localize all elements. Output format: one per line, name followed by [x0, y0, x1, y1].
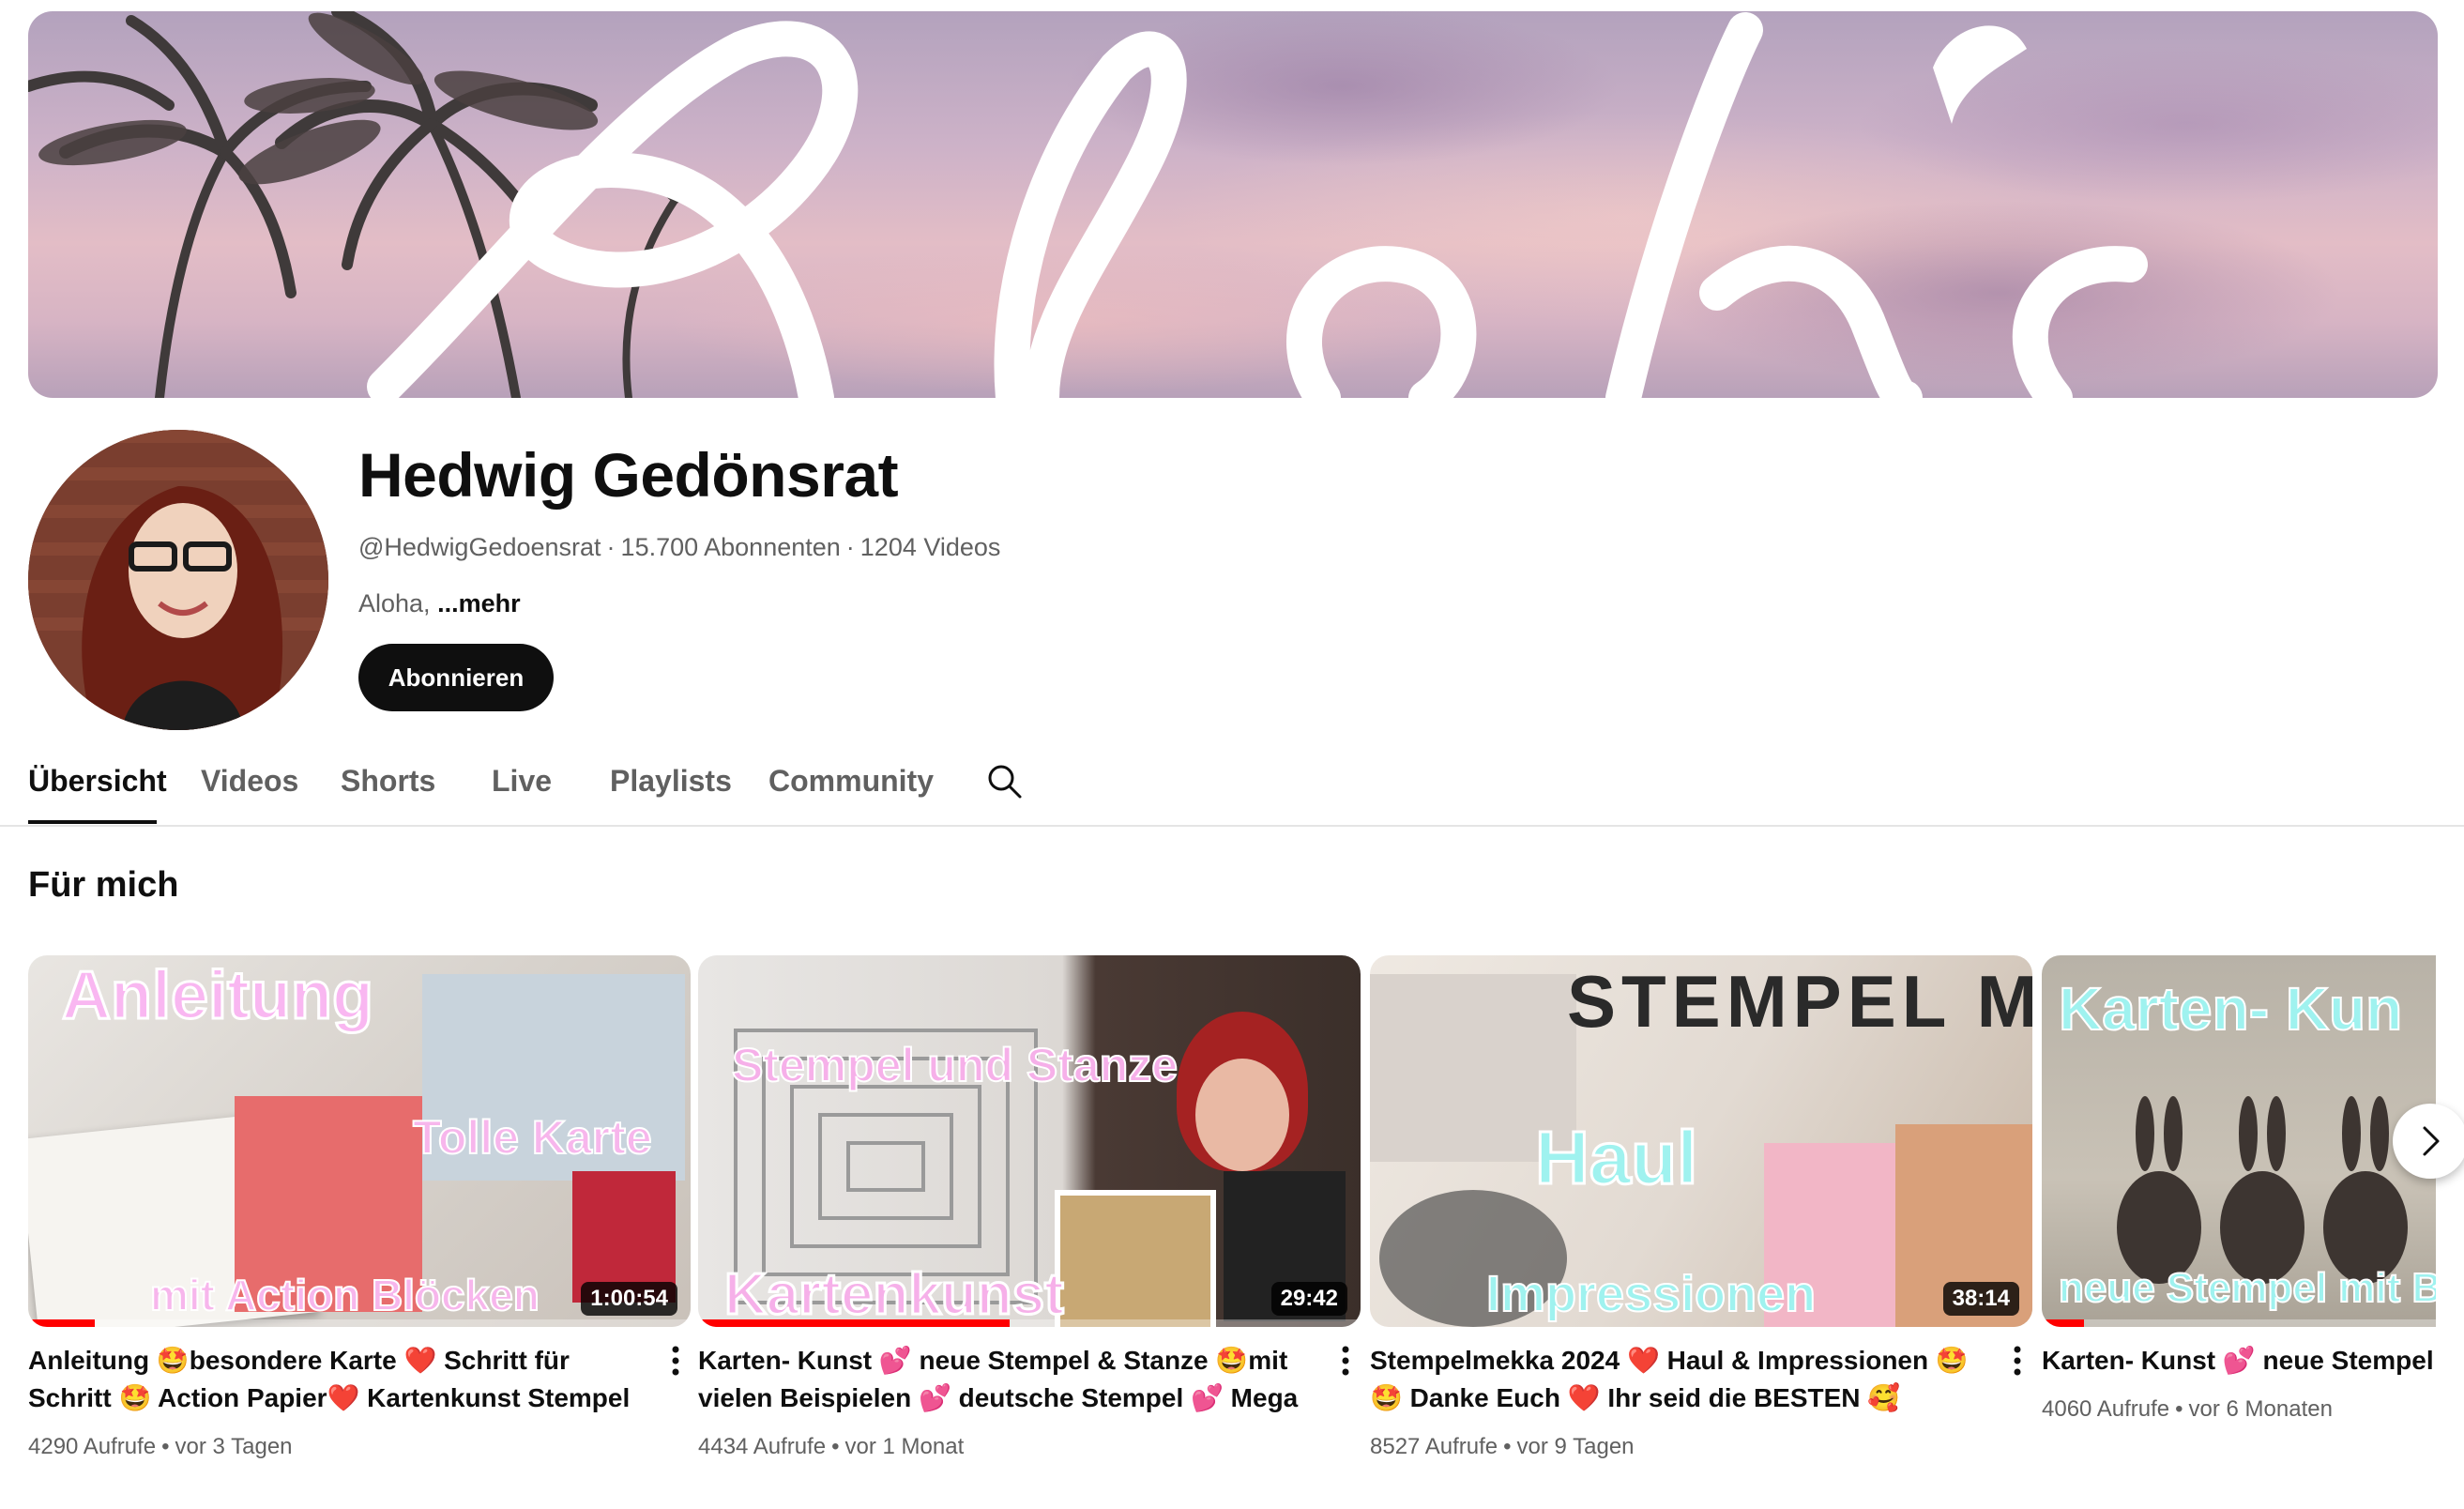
- upload-age: vor 9 Tagen: [1516, 1434, 1635, 1459]
- thumbnail-text-extra: STEMPEL MEKKA: [1567, 960, 2032, 1043]
- video-title[interactable]: Stempelmekka 2024 ❤️ Haul & Impressionen…: [1370, 1342, 1989, 1417]
- thumbnail-text-top: Karten- Kun: [2058, 974, 2403, 1044]
- video-card[interactable]: Stempel und Stanze Kartenkunst 29:42 Kar…: [698, 955, 1361, 1460]
- video-duration: 1:00:54: [581, 1282, 677, 1316]
- video-meta: 4290 Aufrufe • vor 3 Tagen: [28, 1434, 293, 1459]
- subscriber-count: 15.700 Abonnenten: [620, 533, 841, 561]
- active-tab-indicator: [28, 820, 157, 824]
- thumbnail-text-top: Anleitung: [61, 957, 375, 1035]
- channel-handle: @HedwigGedoensrat: [358, 533, 601, 561]
- thumbnail-text-bottom: Kartenkunst: [723, 1261, 1066, 1328]
- tab-playlists[interactable]: Playlists: [610, 764, 732, 799]
- thumbnail-text-bottom: mit Action Blöcken: [149, 1270, 540, 1320]
- tab-community[interactable]: Community: [768, 764, 934, 799]
- channel-name: Hedwig Gedönsrat: [358, 440, 899, 510]
- chevron-right-icon: [2423, 1126, 2440, 1156]
- video-title[interactable]: Karten- Kunst 💕 neue Stempel 🤩 Beispiele…: [2042, 1342, 2436, 1379]
- separator: ·: [845, 533, 855, 561]
- watch-progress: [28, 1319, 95, 1327]
- video-thumbnail[interactable]: Anleitung Tolle Karte mit Action Blöcken…: [28, 955, 691, 1327]
- thumbnail-text-bottom: Impressionen: [1485, 1265, 1817, 1323]
- video-card[interactable]: STEMPEL MEKKA Haul Impressionen 38:14 St…: [1370, 955, 2032, 1460]
- carousel-next-button[interactable]: [2393, 1104, 2464, 1179]
- subscribe-button[interactable]: Abonnieren: [358, 644, 554, 711]
- thumbnail-text-mid: Tolle Karte: [412, 1110, 653, 1165]
- watch-progress: [2042, 1319, 2084, 1327]
- view-count: 4434 Aufrufe: [698, 1434, 827, 1459]
- view-count: 8527 Aufrufe: [1370, 1434, 1498, 1459]
- description-text: Aloha,: [358, 589, 431, 617]
- video-card[interactable]: Anleitung Tolle Karte mit Action Blöcken…: [28, 955, 691, 1460]
- video-duration: 38:14: [1942, 1282, 2019, 1316]
- tab-overview[interactable]: Übersicht: [28, 764, 167, 799]
- upload-age: vor 1 Monat: [844, 1434, 965, 1459]
- separator: ·: [606, 533, 616, 561]
- section-title: Für mich: [28, 865, 179, 905]
- view-count: 4290 Aufrufe: [28, 1434, 157, 1459]
- upload-age: vor 3 Tagen: [175, 1434, 293, 1459]
- view-count: 4060 Aufrufe: [2042, 1396, 2170, 1422]
- more-vert-icon[interactable]: [2006, 1342, 2029, 1379]
- more-vert-icon[interactable]: [1334, 1342, 1357, 1379]
- video-thumbnail[interactable]: STEMPEL MEKKA Haul Impressionen 38:14: [1370, 955, 2032, 1327]
- more-vert-icon[interactable]: [664, 1342, 687, 1379]
- video-meta: 8527 Aufrufe • vor 9 Tagen: [1370, 1434, 1635, 1459]
- aloha-lettering: [367, 12, 2148, 398]
- tab-live[interactable]: Live: [492, 764, 552, 799]
- channel-meta: @HedwigGedoensrat · 15.700 Abonnenten · 1204…: [358, 533, 1000, 562]
- channel-description[interactable]: Aloha, ...mehr: [358, 589, 521, 618]
- search-icon[interactable]: [985, 762, 1023, 800]
- tab-videos[interactable]: Videos: [201, 764, 298, 799]
- video-thumbnail[interactable]: Karten- Kun neue Stempel mit B: [2042, 955, 2436, 1327]
- progress-track: [2042, 1319, 2436, 1327]
- video-thumbnail[interactable]: Stempel und Stanze Kartenkunst 29:42: [698, 955, 1361, 1327]
- video-title[interactable]: Karten- Kunst 💕 neue Stempel & Stanze 🤩m…: [698, 1342, 1317, 1417]
- progress-track: [28, 1319, 691, 1327]
- channel-banner: [28, 11, 2438, 398]
- video-meta: 4060 Aufrufe • vor 6 Monaten: [2042, 1396, 2333, 1422]
- tab-shorts[interactable]: Shorts: [341, 764, 435, 799]
- upload-age: vor 6 Monaten: [2188, 1396, 2333, 1422]
- thumbnail-text-bottom: neue Stempel mit B: [2058, 1264, 2436, 1312]
- watch-progress: [698, 1319, 1010, 1327]
- video-duration: 29:42: [1270, 1282, 1347, 1316]
- channel-avatar[interactable]: [28, 430, 328, 730]
- tabs-divider: [0, 825, 2464, 827]
- thumbnail-text-top: Stempel und Stanze: [731, 1038, 1179, 1092]
- video-count: 1204 Videos: [859, 533, 1001, 561]
- video-card[interactable]: Karten- Kun neue Stempel mit B Karten- K…: [2042, 955, 2436, 1423]
- video-meta: 4434 Aufrufe • vor 1 Monat: [698, 1434, 965, 1459]
- more-link[interactable]: ...mehr: [437, 589, 521, 617]
- thumbnail-text-top: Haul: [1533, 1115, 1698, 1201]
- video-title[interactable]: Anleitung 🤩besondere Karte ❤️ Schritt fü…: [28, 1342, 647, 1417]
